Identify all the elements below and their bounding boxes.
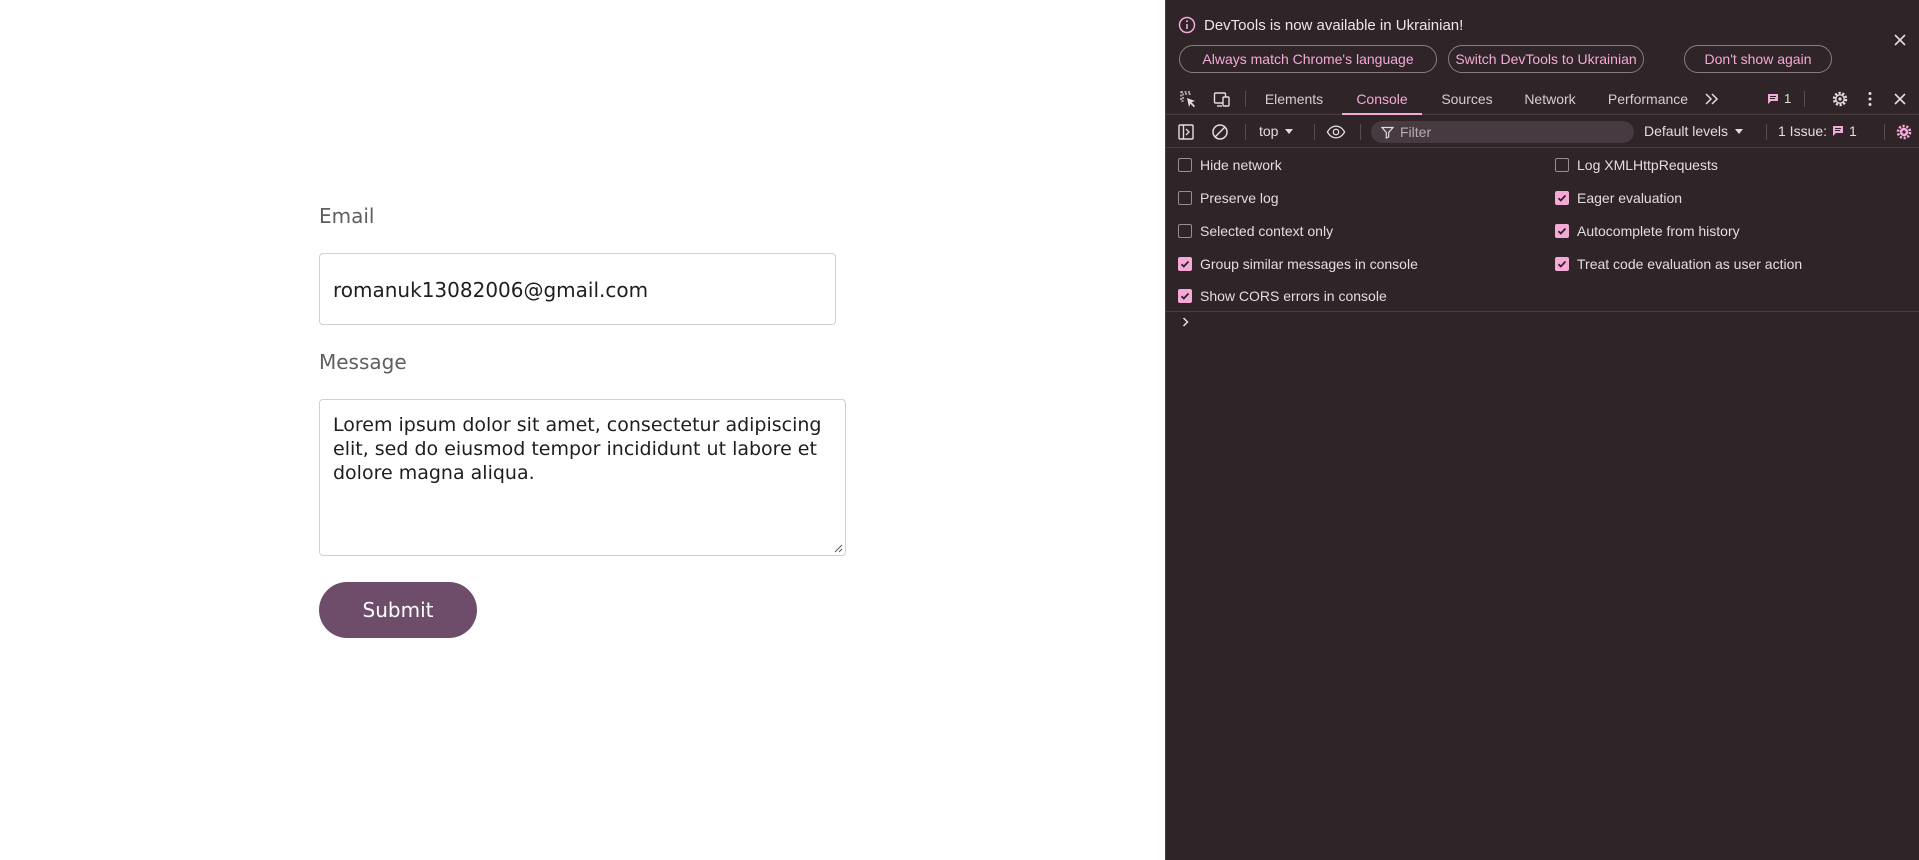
switch-to-ukrainian-button[interactable]: Switch DevTools to Ukrainian (1448, 45, 1644, 73)
checkbox[interactable] (1178, 257, 1192, 271)
option-log-xmlhttprequests[interactable]: Log XMLHttpRequests (1555, 157, 1718, 173)
checkbox[interactable] (1178, 191, 1192, 205)
clear-console-icon[interactable] (1210, 122, 1230, 142)
message-icon (1768, 93, 1778, 104)
log-levels-value: Default levels (1644, 123, 1729, 139)
console-prompt-chevron-icon (1182, 317, 1189, 327)
language-infobar: DevTools is now available in Ukrainian! … (1166, 0, 1919, 79)
option-label: Treat code evaluation as user action (1577, 256, 1803, 272)
option-label: Log XMLHttpRequests (1577, 157, 1718, 173)
submit-button[interactable]: Submit (319, 582, 477, 638)
checkbox[interactable] (1178, 158, 1192, 172)
device-toolbar-icon[interactable] (1212, 89, 1232, 109)
checkmark-icon (1557, 260, 1567, 268)
issues-counter[interactable]: 1 Issue: 1 (1778, 123, 1857, 139)
checkbox[interactable] (1555, 224, 1569, 238)
devtools-tabbar: Elements Console Sources Network Perform… (1166, 83, 1919, 115)
eye-icon[interactable] (1326, 122, 1346, 142)
devtools-panel: DevTools is now available in Ukrainian! … (1165, 0, 1919, 860)
option-autocomplete-from-history[interactable]: Autocomplete from history (1555, 223, 1740, 239)
console-toolbar: top Filter Default levels 1 Issue: 1 (1166, 116, 1919, 148)
issues-badge-count: 1 (1784, 91, 1792, 106)
more-tabs-icon[interactable] (1702, 89, 1722, 109)
email-label: Email (319, 204, 375, 228)
option-group-similar-messages[interactable]: Group similar messages in console (1178, 256, 1418, 272)
option-eager-evaluation[interactable]: Eager evaluation (1555, 190, 1682, 206)
sidebar-toggle-icon[interactable] (1176, 122, 1196, 142)
option-label: Preserve log (1200, 190, 1279, 206)
tab-elements[interactable]: Elements (1256, 83, 1332, 115)
divider (1884, 124, 1885, 140)
checkbox[interactable] (1555, 158, 1569, 172)
option-preserve-log[interactable]: Preserve log (1178, 190, 1279, 206)
close-devtools-icon[interactable] (1890, 89, 1910, 109)
option-label: Selected context only (1200, 223, 1334, 239)
tab-console[interactable]: Console (1342, 83, 1422, 115)
caret-down-icon (1285, 129, 1294, 134)
issues-counter-count: 1 (1849, 123, 1857, 139)
filter-icon (1381, 126, 1394, 139)
info-icon (1178, 16, 1196, 34)
divider (1360, 124, 1361, 140)
web-page: Email romanuk13082006@gmail.com Message … (0, 0, 1165, 860)
message-label: Message (319, 350, 407, 374)
message-value: Lorem ipsum dolor sit amet, consectetur … (333, 414, 822, 484)
tab-performance[interactable]: Performance (1598, 83, 1698, 115)
email-value: romanuk13082006@gmail.com (333, 278, 649, 302)
infobar-message: DevTools is now available in Ukrainian! (1204, 17, 1464, 34)
checkbox[interactable] (1555, 257, 1569, 271)
screen: Email romanuk13082006@gmail.com Message … (0, 0, 1919, 860)
option-selected-context-only[interactable]: Selected context only (1178, 223, 1333, 239)
checkbox[interactable] (1555, 191, 1569, 205)
issues-counter-label: 1 Issue: (1778, 123, 1828, 139)
option-label: Hide network (1200, 157, 1282, 173)
checkmark-icon (1557, 227, 1567, 235)
log-levels-selector[interactable]: Default levels (1644, 123, 1744, 139)
resize-grip-icon[interactable] (833, 543, 843, 553)
inspect-element-icon[interactable] (1178, 89, 1198, 109)
gear-icon[interactable] (1830, 89, 1850, 109)
option-label: Eager evaluation (1577, 190, 1683, 206)
close-icon[interactable] (1890, 30, 1910, 50)
message-icon (1833, 126, 1844, 136)
caret-down-icon (1735, 129, 1744, 134)
checkbox[interactable] (1178, 224, 1192, 238)
filter-input[interactable]: Filter (1371, 121, 1634, 143)
option-label: Autocomplete from history (1577, 223, 1740, 239)
console-settings-gear-icon[interactable] (1894, 122, 1914, 142)
context-selector[interactable]: top (1259, 123, 1294, 139)
option-show-cors-errors[interactable]: Show CORS errors in console (1178, 288, 1387, 304)
always-match-language-button[interactable]: Always match Chrome's language (1179, 45, 1437, 73)
option-hide-network[interactable]: Hide network (1178, 157, 1282, 173)
checkmark-icon (1180, 260, 1190, 268)
option-treat-code-evaluation[interactable]: Treat code evaluation as user action (1555, 256, 1802, 272)
tab-sources[interactable]: Sources (1432, 83, 1502, 115)
message-textarea[interactable]: Lorem ipsum dolor sit amet, consectetur … (319, 399, 846, 556)
checkmark-icon (1180, 292, 1190, 300)
filter-placeholder: Filter (1400, 124, 1432, 140)
option-label: Group similar messages in console (1200, 256, 1418, 272)
console-settings-panel: Hide network Preserve log Selected conte… (1166, 149, 1919, 312)
kebab-menu-icon[interactable] (1860, 89, 1880, 109)
issues-badge[interactable]: 1 (1766, 91, 1791, 106)
email-field[interactable]: romanuk13082006@gmail.com (319, 253, 836, 325)
divider (1245, 124, 1246, 140)
divider (1245, 91, 1246, 107)
checkbox[interactable] (1178, 289, 1192, 303)
option-label: Show CORS errors in console (1200, 288, 1387, 304)
context-value: top (1259, 123, 1279, 139)
divider (1766, 124, 1767, 140)
dont-show-again-button[interactable]: Don't show again (1684, 45, 1832, 73)
checkmark-icon (1557, 194, 1567, 202)
divider (1314, 124, 1315, 140)
divider (1804, 91, 1805, 107)
tab-network[interactable]: Network (1512, 83, 1588, 115)
